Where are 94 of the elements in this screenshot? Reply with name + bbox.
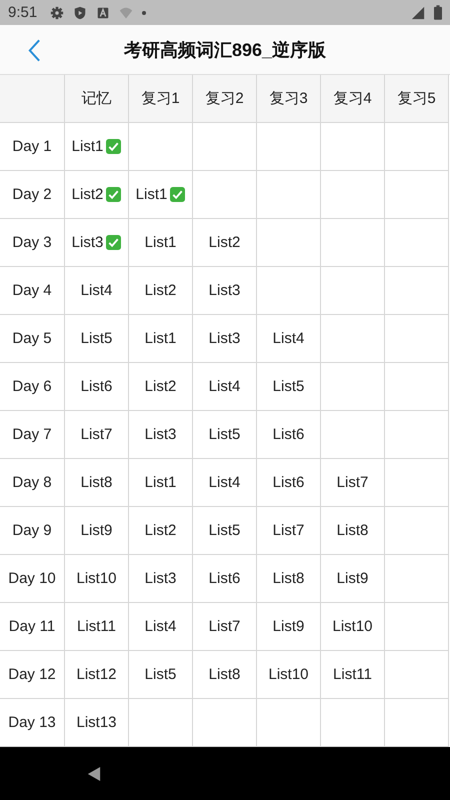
list-label: List4 (80, 282, 112, 299)
day-cell: Day 11 (0, 603, 65, 651)
day-cell: Day 12 (0, 651, 65, 699)
signal-icon (411, 6, 425, 20)
list-label: List3 (208, 282, 240, 299)
letter-box-icon (96, 6, 110, 20)
empty-cell (257, 123, 321, 171)
list-label: List5 (208, 426, 240, 443)
day-cell: Day 9 (0, 507, 65, 555)
list-label: List4 (208, 474, 240, 491)
list-label: List1 (72, 138, 104, 155)
gear-icon (50, 6, 64, 20)
list-label: List10 (76, 570, 117, 587)
list-label: List5 (208, 522, 240, 539)
list-label: List3 (144, 426, 176, 443)
battery-icon (434, 5, 442, 20)
list-label: List9 (336, 570, 368, 587)
wifi-icon (119, 6, 134, 20)
list-label: List8 (272, 570, 304, 587)
empty-cell (321, 219, 385, 267)
back-triangle-icon[interactable] (87, 766, 101, 782)
list-label: List7 (208, 618, 240, 635)
column-header: 复习1 (129, 75, 193, 123)
column-header: 复习4 (321, 75, 385, 123)
day-cell: Day 2 (0, 171, 65, 219)
list-label: List3 (72, 234, 104, 251)
list-label: List11 (77, 618, 116, 635)
list-label: List2 (208, 234, 240, 251)
list-label: List13 (76, 714, 117, 731)
dot-icon (142, 10, 146, 14)
list-label: List10 (332, 618, 373, 635)
list-label: List2 (72, 186, 104, 203)
list-label: List4 (272, 330, 304, 347)
empty-cell (321, 267, 385, 315)
check-icon (106, 235, 122, 250)
check-icon (106, 139, 122, 154)
list-label: List1 (144, 330, 176, 347)
list-label: List5 (144, 666, 176, 683)
empty-cell (385, 123, 449, 171)
empty-cell (385, 411, 449, 459)
day-cell: Day 10 (0, 555, 65, 603)
list-label: List11 (333, 666, 372, 683)
list-label: List5 (80, 330, 112, 347)
list-label: List4 (208, 378, 240, 395)
empty-cell (321, 123, 385, 171)
empty-cell (385, 219, 449, 267)
list-label: List6 (272, 474, 304, 491)
check-icon (106, 187, 122, 202)
list-label: List12 (76, 666, 117, 683)
list-label: List7 (272, 522, 304, 539)
shield-icon (73, 6, 88, 20)
list-label: List10 (268, 666, 309, 683)
list-label: List5 (272, 378, 304, 395)
column-header: 复习5 (385, 75, 449, 123)
list-label: List6 (208, 570, 240, 587)
list-label: List8 (80, 474, 112, 491)
list-label: List3 (144, 570, 176, 587)
empty-cell (257, 171, 321, 219)
empty-cell (321, 171, 385, 219)
back-icon[interactable] (28, 38, 41, 63)
list-label: List2 (144, 282, 176, 299)
list-label: List2 (144, 378, 176, 395)
list-label: List6 (272, 426, 304, 443)
list-label: List1 (136, 186, 168, 203)
day-cell: Day 3 (0, 219, 65, 267)
list-label: List9 (272, 618, 304, 635)
column-header: 复习2 (193, 75, 257, 123)
column-header: 复习3 (257, 75, 321, 123)
day-cell: Day 6 (0, 363, 65, 411)
clock: 9:51 (8, 4, 38, 21)
list-label: List6 (80, 378, 112, 395)
list-label: List8 (208, 666, 240, 683)
page-title: 考研高频词汇896_逆序版 (124, 38, 326, 62)
list-label: List4 (144, 618, 176, 635)
list-label: List8 (336, 522, 368, 539)
day-cell: Day 4 (0, 267, 65, 315)
list-label: List2 (144, 522, 176, 539)
day-cell: Day 1 (0, 123, 65, 171)
empty-cell (193, 123, 257, 171)
day-cell: Day 5 (0, 315, 65, 363)
empty-cell (385, 363, 449, 411)
list-label: List7 (80, 426, 112, 443)
empty-cell (385, 171, 449, 219)
column-header: 记忆 (65, 75, 129, 123)
empty-cell (385, 267, 449, 315)
empty-cell (385, 315, 449, 363)
list-label: List9 (80, 522, 112, 539)
list-label: List1 (144, 474, 176, 491)
day-cell: Day 7 (0, 411, 65, 459)
check-icon (170, 187, 186, 202)
list-label: List3 (208, 330, 240, 347)
day-cell: Day 8 (0, 459, 65, 507)
list-label: List1 (144, 234, 176, 251)
list-label: List7 (336, 474, 368, 491)
